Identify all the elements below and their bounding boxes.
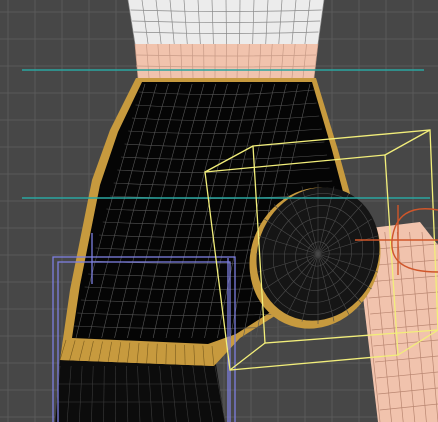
waist-skin-mesh[interactable] bbox=[134, 43, 319, 79]
crop-top-mesh[interactable] bbox=[127, 0, 325, 45]
3d-viewport[interactable] bbox=[0, 0, 438, 422]
wire-line bbox=[225, 43, 227, 79]
viewport-canvas[interactable] bbox=[0, 0, 438, 422]
wire-line bbox=[225, 0, 227, 45]
leg-mesh[interactable] bbox=[54, 358, 226, 422]
